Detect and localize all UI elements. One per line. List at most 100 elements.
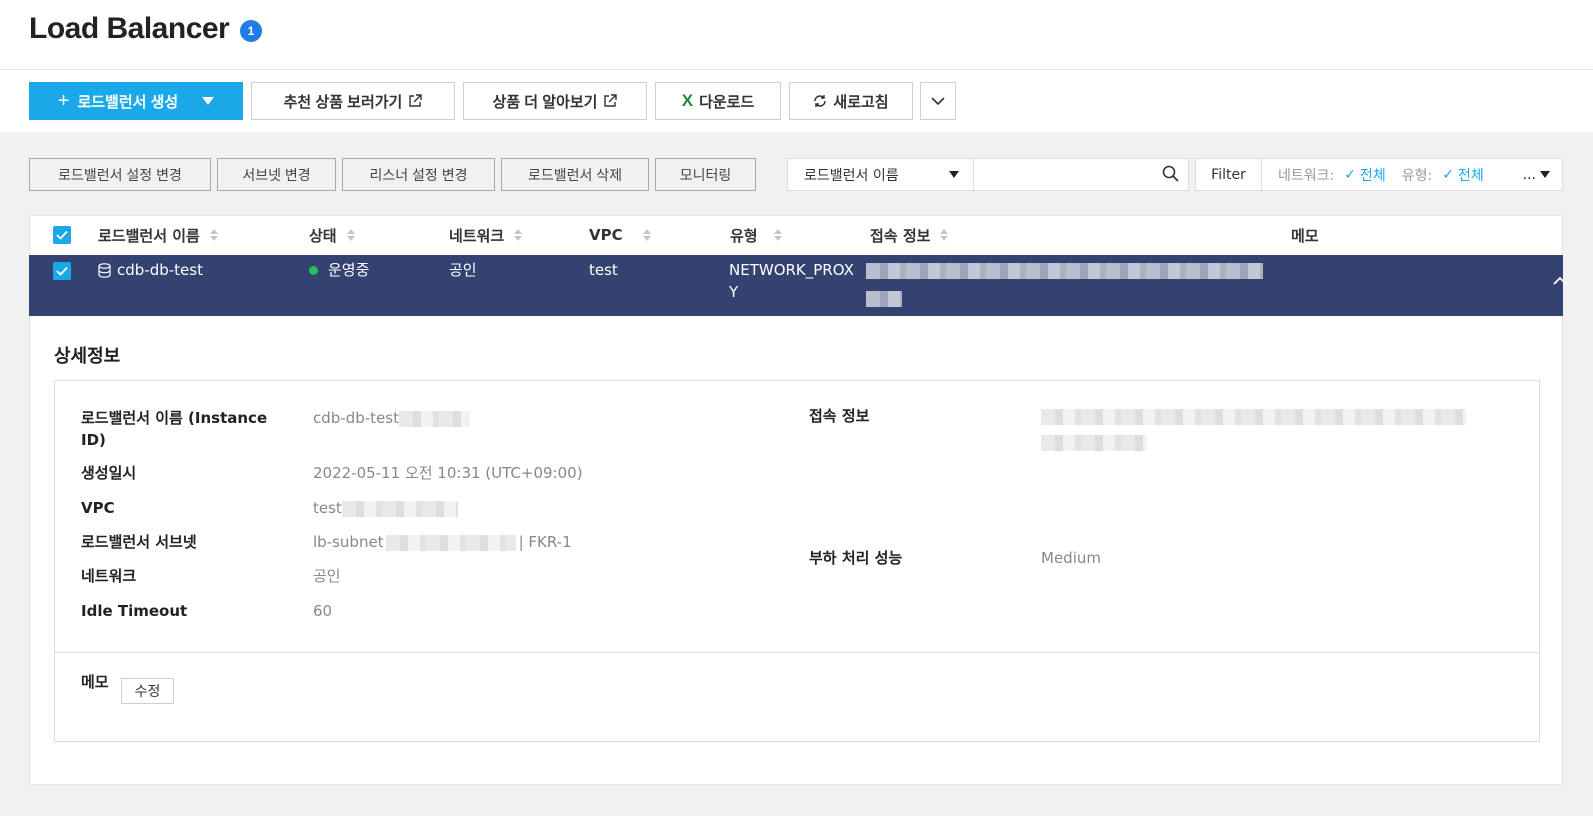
page-header: Load Balancer 1	[0, 0, 1593, 70]
more-options-button[interactable]	[920, 82, 956, 120]
refresh-icon	[813, 94, 827, 108]
detail-title: 상세정보	[54, 346, 121, 367]
recommend-products-button[interactable]: 추천 상품 보러가기	[251, 82, 455, 120]
refresh-label: 새로고침	[833, 93, 889, 111]
caret-down-icon	[949, 171, 959, 178]
redacted-text	[1041, 434, 1147, 451]
redacted-text	[385, 534, 516, 551]
download-button[interactable]: X 다운로드	[655, 82, 781, 120]
column-label: VPC	[589, 226, 623, 244]
detail-subnet-zone: | FKR-1	[518, 533, 572, 551]
column-label: 상태	[309, 226, 337, 245]
caret-down-icon	[1540, 171, 1550, 178]
filter-network-value: 전체	[1359, 167, 1386, 184]
detail-subnet-text: lb-subnet	[313, 533, 384, 551]
download-label: 다운로드	[699, 93, 755, 111]
row-type-cell: NETWORK_PROX Y	[729, 259, 854, 303]
redacted-text	[1041, 408, 1466, 425]
detail-access-value	[1041, 405, 1466, 453]
column-label: 네트워크	[449, 226, 505, 245]
filter-button[interactable]: Filter	[1196, 159, 1262, 190]
detail-vpc-text: test	[313, 499, 342, 517]
check-icon: ✓	[1442, 166, 1454, 183]
change-lb-settings-button[interactable]: 로드밸런서 설정 변경	[29, 158, 211, 191]
detail-box: 로드밸런서 이름 (Instance ID) cdb-db-test 생성일시 …	[54, 380, 1540, 742]
filter-more[interactable]: ...	[1504, 159, 1562, 190]
filter-network[interactable]: 네트워크: ✓ 전체	[1278, 165, 1386, 185]
database-icon	[98, 262, 111, 278]
search-field-label: 로드밸런서 이름	[804, 167, 899, 184]
column-label: 메모	[1291, 226, 1319, 245]
detail-created-label: 생성일시	[81, 464, 137, 482]
detail-vpc-value: test	[313, 497, 458, 519]
monitoring-button[interactable]: 모니터링	[655, 158, 756, 191]
detail-subnet-label: 로드밸런서 서브넷	[81, 533, 197, 551]
delete-lb-button[interactable]: 로드밸런서 삭제	[501, 158, 649, 191]
column-label: 접속 정보	[870, 226, 931, 245]
sort-icon	[514, 229, 523, 241]
detail-performance-value: Medium	[1041, 549, 1101, 567]
sort-icon	[346, 229, 355, 241]
search-icon[interactable]	[1162, 165, 1179, 186]
sort-icon	[940, 229, 949, 241]
row-type-line1: NETWORK_PROX	[729, 261, 854, 279]
row-status-cell: 운영중	[309, 259, 369, 281]
detail-idle-timeout-value: 60	[313, 602, 333, 620]
row-access-info	[866, 259, 1263, 309]
row-name: cdb-db-test	[117, 261, 203, 279]
search-field-select[interactable]: 로드밸런서 이름	[787, 158, 974, 191]
column-header-network[interactable]: 네트워크	[449, 215, 523, 255]
chevron-down-icon	[931, 96, 945, 105]
column-label: 유형	[730, 226, 758, 245]
row-type-line2: Y	[729, 283, 739, 301]
learn-more-label: 상품 더 알아보기	[492, 93, 598, 111]
detail-network-label: 네트워크	[81, 567, 137, 585]
learn-more-button[interactable]: 상품 더 알아보기	[463, 82, 647, 120]
row-name-cell: cdb-db-test	[98, 259, 203, 281]
redacted-text	[866, 262, 1263, 279]
column-header-access-info[interactable]: 접속 정보	[870, 215, 949, 255]
filter-type-value: 전체	[1457, 167, 1484, 184]
row-checkbox[interactable]	[53, 262, 71, 280]
toolbar: + 로드밸런서 생성 추천 상품 보러가기 상품 더 알아보기 X 다운로드 새…	[0, 70, 1593, 132]
table-header: 로드밸런서 이름 상태 네트워크 VPC 유형 접속 정보 메모	[29, 215, 1563, 255]
plus-icon: +	[57, 89, 70, 112]
search-input[interactable]	[974, 158, 1189, 191]
collapse-chevron-up-icon[interactable]	[1553, 271, 1567, 289]
filter-bar: Filter 네트워크: ✓ 전체 유형: ✓ 전체 ...	[1195, 158, 1563, 191]
detail-created-value: 2022-05-11 오전 10:31 (UTC+09:00)	[313, 464, 583, 482]
status-running-dot	[309, 266, 318, 275]
create-load-balancer-button[interactable]: + 로드밸런서 생성	[29, 82, 243, 120]
refresh-button[interactable]: 새로고침	[789, 82, 913, 120]
change-listener-button[interactable]: 리스너 설정 변경	[342, 158, 495, 191]
column-header-type[interactable]: 유형	[730, 215, 782, 255]
sort-icon	[773, 229, 782, 241]
column-header-name[interactable]: 로드밸런서 이름	[98, 215, 218, 255]
count-badge: 1	[240, 20, 262, 42]
redacted-text	[398, 410, 470, 427]
change-subnet-button[interactable]: 서브넷 변경	[217, 158, 336, 191]
row-status: 운영중	[328, 261, 370, 279]
detail-subnet-value: lb-subnet | FKR-1	[313, 531, 572, 553]
select-all-checkbox[interactable]	[53, 226, 71, 244]
recommend-label: 추천 상품 보러가기	[283, 93, 403, 111]
filter-type-label: 유형:	[1401, 167, 1433, 184]
external-link-icon	[603, 94, 618, 108]
column-header-status[interactable]: 상태	[309, 215, 355, 255]
table-row[interactable]: cdb-db-test 운영중 공인 test NETWORK_PROX Y	[29, 255, 1567, 316]
filter-ellipsis: ...	[1522, 166, 1536, 183]
filter-type[interactable]: 유형: ✓ 전체	[1402, 165, 1484, 185]
row-vpc: test	[589, 261, 618, 279]
caret-down-icon[interactable]	[202, 97, 215, 105]
sort-icon	[209, 229, 218, 241]
memo-edit-button[interactable]: 수정	[121, 678, 174, 704]
page-title: Load Balancer	[29, 12, 230, 45]
detail-network-value: 공인	[313, 567, 341, 585]
detail-name-text: cdb-db-test	[313, 409, 399, 427]
column-header-memo: 메모	[1291, 215, 1319, 255]
redacted-text	[866, 290, 902, 307]
filter-network-label: 네트워크:	[1278, 167, 1335, 184]
column-header-vpc[interactable]: VPC	[589, 215, 651, 255]
column-label: 로드밸런서 이름	[98, 226, 200, 245]
check-icon: ✓	[1344, 166, 1356, 183]
